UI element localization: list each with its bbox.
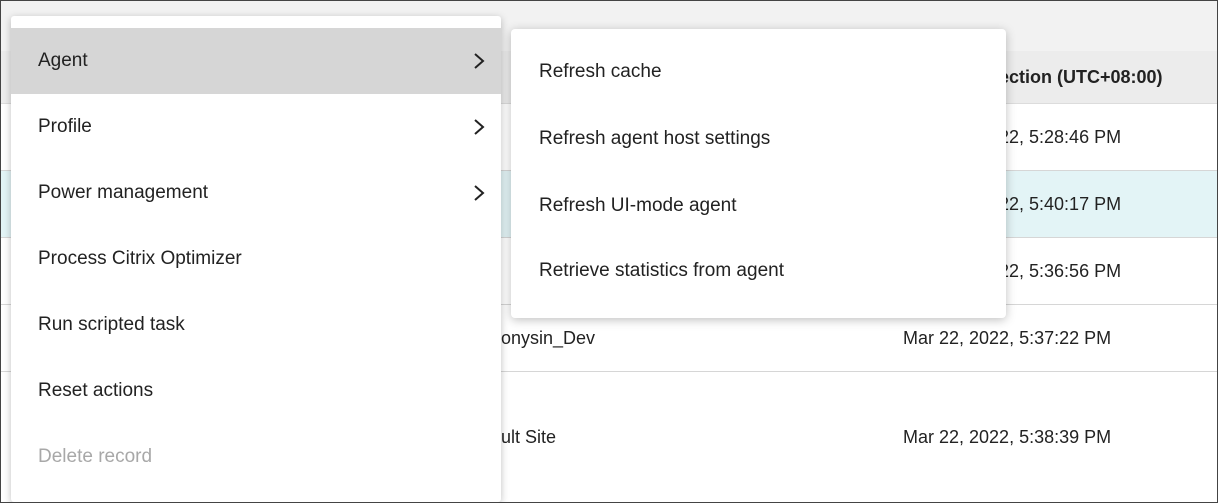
menu-item-label: Agent	[38, 50, 88, 71]
submenu-item-label: Refresh UI-mode agent	[539, 195, 737, 216]
menu-item-agent[interactable]: Agent	[11, 28, 501, 94]
submenu-item-refresh-cache[interactable]: Refresh cache	[511, 39, 1006, 105]
menu-item-label: Run scripted task	[38, 314, 185, 335]
submenu-item-label: Refresh cache	[539, 61, 662, 82]
table-cell-name: ult Site	[501, 427, 557, 447]
submenu-item-retrieve-statistics[interactable]: Retrieve statistics from agent	[511, 238, 1006, 304]
app-frame: ection (UTC+08:00) 22, 5:28:46 PM 22, 5:…	[0, 0, 1218, 503]
table-cell-date: 22, 5:40:17 PM	[999, 194, 1122, 214]
menu-item-reset-actions[interactable]: Reset actions	[11, 358, 501, 424]
menu-item-run-scripted-task[interactable]: Run scripted task	[11, 292, 501, 358]
agent-submenu: Refresh cache Refresh agent host setting…	[511, 29, 1006, 318]
table-cell-date: 22, 5:28:46 PM	[999, 127, 1122, 147]
menu-item-power-management[interactable]: Power management	[11, 160, 501, 226]
submenu-item-refresh-ui-mode-agent[interactable]: Refresh UI-mode agent	[511, 173, 1006, 239]
menu-item-label: Delete record	[38, 446, 153, 467]
menu-item-label: Profile	[38, 116, 92, 137]
submenu-item-label: Retrieve statistics from agent	[539, 260, 784, 281]
menu-item-delete-record: Delete record	[11, 424, 501, 490]
submenu-item-label: Refresh agent host settings	[539, 128, 771, 149]
context-menu: Agent Profile Power management Process C…	[11, 16, 501, 502]
submenu-item-refresh-agent-host-settings[interactable]: Refresh agent host settings	[511, 106, 1006, 172]
chevron-right-icon	[474, 119, 485, 135]
table-cell-date: 22, 5:36:56 PM	[999, 261, 1122, 281]
menu-item-label: Power management	[38, 182, 209, 203]
menu-item-process-citrix-optimizer[interactable]: Process Citrix Optimizer	[11, 226, 501, 292]
chevron-right-icon	[474, 185, 485, 201]
chevron-right-icon	[474, 53, 485, 69]
table-cell-date: Mar 22, 2022, 5:38:39 PM	[903, 427, 1112, 447]
column-header-last-connection[interactable]: ection (UTC+08:00)	[999, 51, 1163, 103]
menu-item-label: Process Citrix Optimizer	[38, 248, 242, 269]
menu-item-label: Reset actions	[38, 380, 154, 401]
menu-item-profile[interactable]: Profile	[11, 94, 501, 160]
